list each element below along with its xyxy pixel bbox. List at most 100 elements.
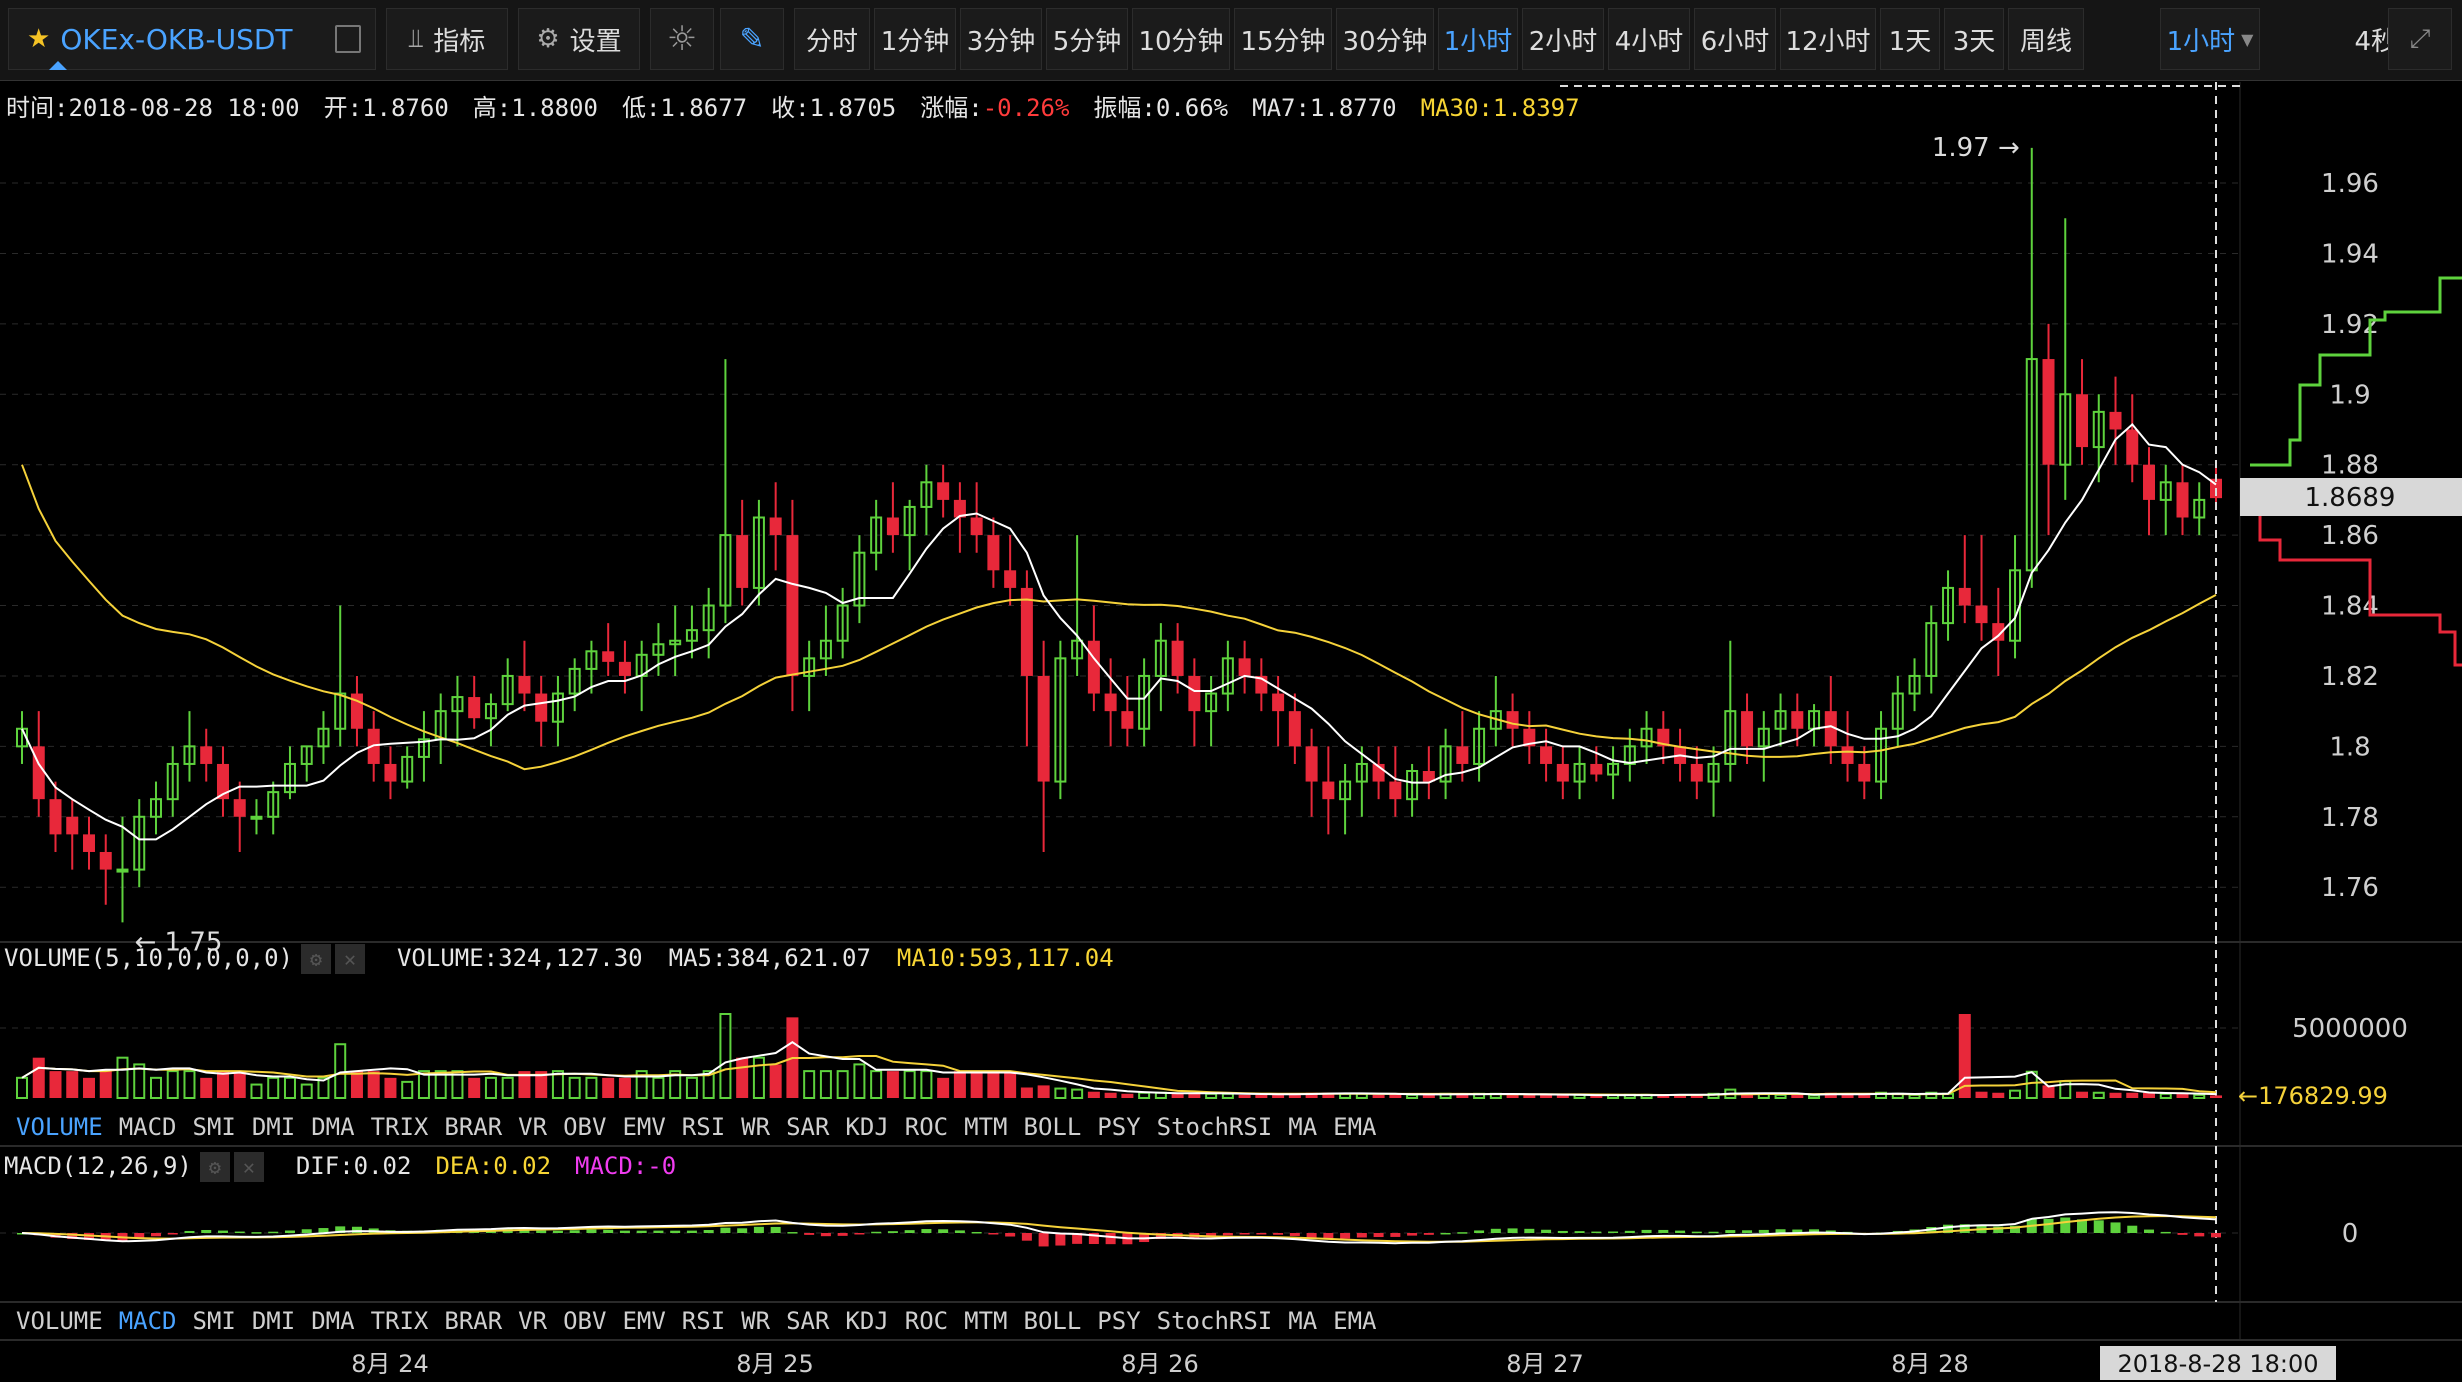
volume-bar bbox=[1054, 1087, 1067, 1100]
indicator-tab-volume[interactable]: VOLUME bbox=[16, 1113, 103, 1141]
candle bbox=[1958, 535, 1971, 624]
macd-settings-icon[interactable]: ⚙ bbox=[199, 1152, 230, 1182]
indicator-tab-dmi[interactable]: DMI bbox=[252, 1307, 295, 1335]
indicator-tab-mtm[interactable]: MTM bbox=[964, 1307, 1007, 1335]
indicator-tab-roc[interactable]: ROC bbox=[905, 1307, 948, 1335]
indicator-tab-macd[interactable]: MACD bbox=[119, 1113, 177, 1141]
volume-bar bbox=[66, 1071, 79, 1098]
candle-body bbox=[769, 517, 782, 536]
indicator-tab-ema[interactable]: EMA bbox=[1333, 1307, 1376, 1335]
volume-bar bbox=[803, 1070, 816, 1099]
indicator-tab-rsi[interactable]: RSI bbox=[682, 1307, 725, 1335]
macd-bar bbox=[686, 1230, 697, 1233]
indicator-tab-emv[interactable]: EMV bbox=[622, 1307, 665, 1335]
volume-bar bbox=[652, 1076, 665, 1099]
volume-last-marker: ←176829.99 bbox=[2238, 1082, 2388, 1110]
indicator-tab-psy[interactable]: PSY bbox=[1097, 1113, 1140, 1141]
indicator-tab-smi[interactable]: SMI bbox=[193, 1113, 236, 1141]
indicator-tab-boll[interactable]: BOLL bbox=[1024, 1113, 1082, 1141]
indicator-tab-smi[interactable]: SMI bbox=[193, 1307, 236, 1335]
candle-body bbox=[1540, 746, 1553, 764]
volume-bar bbox=[1774, 1093, 1787, 1099]
candle bbox=[953, 482, 966, 553]
macd-bar bbox=[737, 1228, 748, 1233]
candle bbox=[501, 658, 514, 712]
candle bbox=[719, 359, 732, 624]
indicator-tab-dma[interactable]: DMA bbox=[311, 1113, 354, 1141]
indicator-tab-obv[interactable]: OBV bbox=[563, 1113, 606, 1141]
volume-bar bbox=[468, 1077, 481, 1098]
volume-bar bbox=[1071, 1088, 1084, 1099]
candle-body bbox=[1590, 763, 1603, 775]
indicator-tab-ma[interactable]: MA bbox=[1288, 1307, 1317, 1335]
macd-bar bbox=[2093, 1220, 2104, 1233]
volume-bar bbox=[300, 1083, 313, 1100]
volume-bar bbox=[2159, 1092, 2172, 1100]
indicator-tab-stochrsi[interactable]: StochRSI bbox=[1157, 1307, 1273, 1335]
candle bbox=[2025, 147, 2038, 588]
indicator-tab-dma[interactable]: DMA bbox=[311, 1307, 354, 1335]
volume-bar bbox=[618, 1077, 631, 1098]
macd-value: MACD:-0 bbox=[575, 1152, 677, 1180]
indicator-tab-roc[interactable]: ROC bbox=[905, 1113, 948, 1141]
macd-bar bbox=[753, 1226, 764, 1233]
macd-bar bbox=[1608, 1231, 1619, 1233]
candle-body bbox=[1171, 640, 1184, 676]
y-tick-9: 1.94 bbox=[2321, 239, 2379, 269]
indicator-tab-kdj[interactable]: KDJ bbox=[845, 1113, 888, 1141]
macd-bar bbox=[887, 1231, 898, 1233]
macd-bar bbox=[2211, 1233, 2221, 1238]
volume-bar bbox=[1205, 1092, 1218, 1100]
macd-bar bbox=[938, 1229, 949, 1233]
candle bbox=[434, 693, 447, 764]
indicator-tab-ma[interactable]: MA bbox=[1288, 1113, 1317, 1141]
indicator-tab-obv[interactable]: OBV bbox=[563, 1307, 606, 1335]
candle-body bbox=[937, 482, 950, 500]
indicator-tab-volume[interactable]: VOLUME bbox=[16, 1307, 103, 1335]
volume-bar bbox=[1523, 1094, 1536, 1098]
indicator-tab-sar[interactable]: SAR bbox=[786, 1113, 829, 1141]
macd-bar bbox=[234, 1231, 245, 1234]
candle bbox=[1406, 763, 1419, 817]
indicator-tab-emv[interactable]: EMV bbox=[622, 1113, 665, 1141]
indicator-tab-trix[interactable]: TRIX bbox=[371, 1113, 429, 1141]
volume-bar bbox=[903, 1070, 916, 1099]
volume-close-icon[interactable]: ✕ bbox=[334, 944, 365, 974]
candle-body bbox=[736, 535, 749, 588]
info-ma7: MA7:1.8770 bbox=[1252, 94, 1397, 122]
macd-close-icon[interactable]: ✕ bbox=[233, 1152, 264, 1182]
macd-bar bbox=[2060, 1217, 2071, 1233]
volume-bar bbox=[819, 1070, 832, 1099]
macd-bar bbox=[703, 1230, 714, 1233]
indicator-tab-dmi[interactable]: DMI bbox=[252, 1113, 295, 1141]
indicator-tab-trix[interactable]: TRIX bbox=[371, 1307, 429, 1335]
candle bbox=[618, 640, 631, 694]
candle bbox=[1339, 763, 1352, 835]
volume-bar bbox=[1121, 1093, 1134, 1098]
candle bbox=[66, 799, 79, 870]
indicator-tab-wr[interactable]: WR bbox=[741, 1307, 770, 1335]
indicator-tab-macd[interactable]: MACD bbox=[119, 1307, 177, 1335]
macd-bar bbox=[2127, 1225, 2138, 1233]
info-open: 开:1.8760 bbox=[323, 94, 449, 122]
candle bbox=[1808, 704, 1821, 747]
indicator-tab-ema[interactable]: EMA bbox=[1333, 1113, 1376, 1141]
indicator-tab-stochrsi[interactable]: StochRSI bbox=[1157, 1113, 1273, 1141]
indicator-tab-brar[interactable]: BRAR bbox=[444, 1307, 502, 1335]
indicator-tab-brar[interactable]: BRAR bbox=[444, 1113, 502, 1141]
macd-dif-line bbox=[21, 1211, 2217, 1245]
indicator-tab-wr[interactable]: WR bbox=[741, 1113, 770, 1141]
indicator-tab-mtm[interactable]: MTM bbox=[964, 1113, 1007, 1141]
candle bbox=[551, 675, 564, 747]
candle bbox=[1020, 570, 1033, 747]
volume-settings-icon[interactable]: ⚙ bbox=[300, 944, 331, 974]
indicator-tab-kdj[interactable]: KDJ bbox=[845, 1307, 888, 1335]
indicator-tab-sar[interactable]: SAR bbox=[786, 1307, 829, 1335]
indicator-tab-rsi[interactable]: RSI bbox=[682, 1113, 725, 1141]
indicator-tab-vr[interactable]: VR bbox=[518, 1113, 547, 1141]
indicator-tab-vr[interactable]: VR bbox=[518, 1307, 547, 1335]
indicator-tab-boll[interactable]: BOLL bbox=[1024, 1307, 1082, 1335]
indicator-tab-psy[interactable]: PSY bbox=[1097, 1307, 1140, 1335]
candle-body bbox=[987, 535, 1000, 571]
candle bbox=[1640, 711, 1653, 764]
